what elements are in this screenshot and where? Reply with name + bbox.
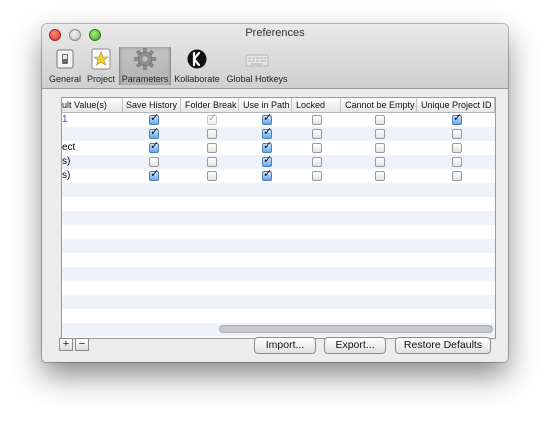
parameters-table: ult Value(s) Save History Folder Break U… [61, 97, 496, 339]
cannot-be-empty-checkbox[interactable] [375, 129, 385, 139]
folder-break-checkbox[interactable] [207, 157, 217, 167]
cannot-be-empty-checkbox[interactable] [375, 115, 385, 125]
locked-checkbox[interactable] [312, 129, 322, 139]
toolbar-general[interactable]: General [46, 47, 84, 85]
unique-project-id-checkbox[interactable]: ✓ [452, 112, 463, 125]
col-header-use-in-path[interactable]: Use in Path [240, 98, 292, 112]
toolbar-kollaborate-label: Kollaborate [174, 74, 220, 84]
col-header-locked[interactable]: Locked [293, 98, 341, 112]
checkmark-icon: ✓ [150, 168, 160, 180]
project-star-icon [89, 47, 113, 71]
col-header-folder-break[interactable]: Folder Break [182, 98, 239, 112]
table-row [62, 197, 495, 211]
table-body: 1 ✓ ✓ ✓ ✓ ✓ ✓ ect ✓ ✓ s) ✓ s) ✓ ✓ [62, 112, 495, 338]
locked-checkbox[interactable] [312, 143, 322, 153]
preferences-window: Preferences General Project Parameters K… [42, 24, 508, 362]
table-row [62, 295, 495, 309]
col-header-default-values[interactable]: ult Value(s) [62, 98, 123, 112]
col-header-cannot-be-empty[interactable]: Cannot be Empty [342, 98, 417, 112]
keyboard-icon [245, 47, 269, 71]
export-button[interactable]: Export... [324, 337, 386, 354]
save-history-checkbox[interactable] [149, 157, 159, 167]
checkmark-icon: ✓ [208, 112, 218, 124]
use-in-path-checkbox[interactable]: ✓ [262, 154, 273, 167]
cannot-be-empty-checkbox[interactable] [375, 157, 385, 167]
save-history-checkbox[interactable]: ✓ [149, 140, 160, 153]
window-title: Preferences [245, 27, 305, 39]
unique-project-id-checkbox[interactable] [452, 143, 462, 153]
kollaborate-icon [185, 47, 209, 71]
default-value-cell[interactable]: ect [62, 141, 120, 155]
col-header-save-history[interactable]: Save History [123, 98, 181, 112]
toolbar-global-hotkeys-label: Global Hotkeys [226, 74, 288, 84]
locked-checkbox[interactable] [312, 171, 322, 181]
gear-icon [133, 47, 157, 71]
checkmark-icon: ✓ [150, 140, 160, 152]
title-bar: Preferences General Project Parameters K… [42, 24, 508, 89]
toolbar-general-label: General [48, 74, 82, 84]
table-row [62, 211, 495, 225]
cannot-be-empty-checkbox[interactable] [375, 171, 385, 181]
save-history-checkbox[interactable]: ✓ [149, 168, 160, 181]
table-row [62, 239, 495, 253]
table-row [62, 225, 495, 239]
checkmark-icon: ✓ [453, 112, 463, 124]
use-in-path-checkbox[interactable]: ✓ [262, 140, 273, 153]
table-row [62, 309, 495, 323]
table-row[interactable]: ✓ ✓ [62, 126, 495, 141]
table-row [62, 281, 495, 295]
toolbar-project-label: Project [86, 74, 115, 84]
unique-project-id-checkbox[interactable] [452, 129, 462, 139]
checkmark-icon: ✓ [263, 168, 273, 180]
default-value-cell[interactable]: s) [62, 169, 120, 183]
toolbar-project[interactable]: Project [84, 47, 118, 85]
import-button[interactable]: Import... [254, 337, 316, 354]
default-value-cell[interactable] [62, 127, 120, 141]
checkmark-icon: ✓ [263, 154, 273, 166]
table-row[interactable]: s) ✓ [62, 154, 495, 169]
toolbar-parameters[interactable]: Parameters [119, 47, 171, 85]
horizontal-scrollbar[interactable] [219, 325, 493, 333]
col-header-unique-project-id[interactable]: Unique Project ID [418, 98, 495, 112]
locked-checkbox[interactable] [312, 157, 322, 167]
table-row [62, 253, 495, 267]
use-in-path-checkbox[interactable]: ✓ [262, 112, 273, 125]
unique-project-id-checkbox[interactable] [452, 171, 462, 181]
checkmark-icon: ✓ [150, 126, 160, 138]
locked-checkbox[interactable] [312, 115, 322, 125]
unique-project-id-checkbox[interactable] [452, 157, 462, 167]
folder-break-checkbox[interactable] [207, 171, 217, 181]
table-row[interactable]: s) ✓ ✓ [62, 168, 495, 183]
checkmark-icon: ✓ [263, 126, 273, 138]
default-value-cell[interactable]: s) [62, 155, 120, 169]
switch-icon [53, 47, 77, 71]
table-row [62, 267, 495, 281]
folder-break-checkbox[interactable] [207, 129, 217, 139]
save-history-checkbox[interactable]: ✓ [149, 126, 160, 139]
remove-row-button[interactable]: − [75, 338, 89, 351]
default-value-cell[interactable]: 1 [62, 113, 120, 127]
cannot-be-empty-checkbox[interactable] [375, 143, 385, 153]
table-header: ult Value(s) Save History Folder Break U… [62, 98, 495, 113]
toolbar-parameters-label: Parameters [121, 74, 169, 84]
table-row[interactable]: ect ✓ ✓ [62, 140, 495, 155]
add-row-button[interactable]: + [59, 338, 73, 351]
folder-break-checkbox: ✓ [207, 112, 218, 125]
use-in-path-checkbox[interactable]: ✓ [262, 126, 273, 139]
folder-break-checkbox[interactable] [207, 143, 217, 153]
save-history-checkbox[interactable]: ✓ [149, 112, 160, 125]
toolbar-global-hotkeys[interactable]: Global Hotkeys [225, 47, 289, 85]
toolbar-kollaborate[interactable]: Kollaborate [171, 47, 223, 85]
restore-defaults-button[interactable]: Restore Defaults [395, 337, 491, 354]
table-row [62, 183, 495, 197]
use-in-path-checkbox[interactable]: ✓ [262, 168, 273, 181]
table-row[interactable]: 1 ✓ ✓ ✓ ✓ [62, 112, 495, 127]
checkmark-icon: ✓ [263, 140, 273, 152]
checkmark-icon: ✓ [150, 112, 160, 124]
checkmark-icon: ✓ [263, 112, 273, 124]
